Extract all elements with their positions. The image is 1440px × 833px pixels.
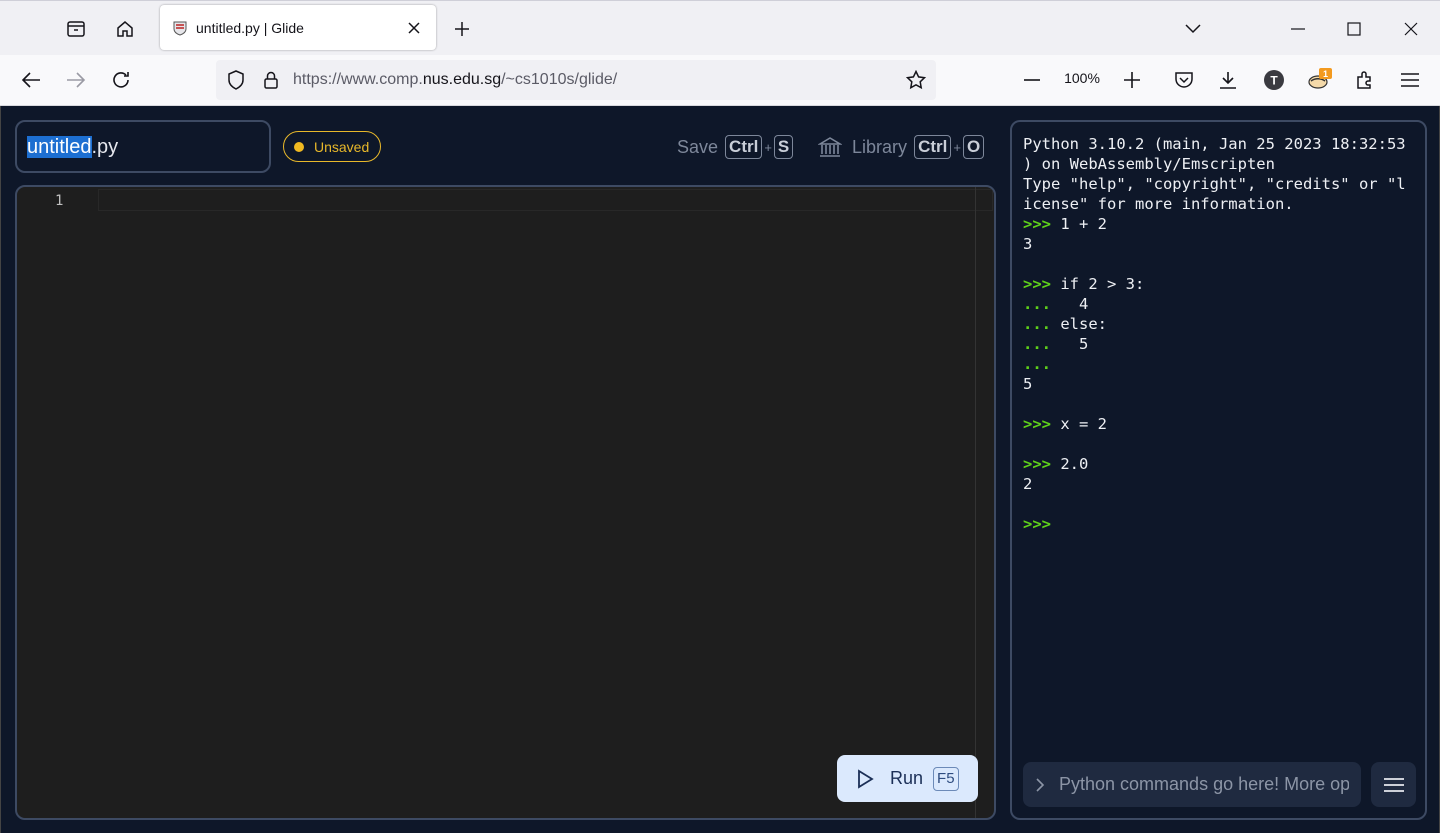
minimize-icon[interactable] <box>1284 15 1312 43</box>
zoom-out-icon[interactable] <box>1018 66 1046 94</box>
run-key-f5: F5 <box>933 766 959 791</box>
reload-icon[interactable] <box>107 66 135 94</box>
save-key-s: S <box>773 135 794 159</box>
svg-text:T: T <box>1270 74 1278 88</box>
maximize-icon[interactable] <box>1340 15 1368 43</box>
chevron-right-icon <box>1036 777 1045 792</box>
browser-tab-strip: untitled.py | Glide <box>0 0 1440 55</box>
save-button[interactable]: Save Ctrl + S <box>677 134 795 160</box>
forward-arrow-icon[interactable] <box>62 66 90 94</box>
svg-text:1: 1 <box>1323 69 1328 79</box>
play-icon <box>858 768 874 789</box>
library-key-ctrl: Ctrl <box>914 135 952 159</box>
tab-title: untitled.py | Glide <box>196 19 304 36</box>
console-output: Python 3.10.2 (main, Jan 25 2023 18:32:5… <box>1023 135 1406 533</box>
console-command-bar[interactable] <box>1023 762 1361 807</box>
glide-app: untitled.py Unsaved Save Ctrl + S Library … <box>0 106 1440 833</box>
pocket-icon[interactable] <box>1170 66 1198 94</box>
zoom-level[interactable]: 100% <box>1062 70 1102 86</box>
run-button[interactable]: Run F5 <box>837 755 978 802</box>
firefox-view-icon[interactable] <box>62 15 90 43</box>
close-tab-icon[interactable] <box>404 18 424 38</box>
new-tab-icon[interactable] <box>448 15 476 43</box>
url-bar[interactable]: https://www.comp.nus.edu.sg/~cs1010s/gli… <box>216 60 936 100</box>
extension-ublock-icon[interactable]: 1 <box>1306 66 1334 94</box>
zoom-in-icon[interactable] <box>1118 66 1146 94</box>
library-key-o: O <box>962 135 985 159</box>
bookmark-star-icon[interactable] <box>902 66 930 94</box>
back-arrow-icon[interactable] <box>17 66 45 94</box>
list-all-tabs-chevron-down-icon[interactable] <box>1179 15 1207 43</box>
filename-input[interactable]: untitled.py <box>15 120 271 173</box>
line-number: 1 <box>55 193 64 209</box>
console-command-input[interactable] <box>1059 774 1349 795</box>
library-building-icon <box>818 137 842 157</box>
status-dot <box>294 141 304 152</box>
python-console: Python 3.10.2 (main, Jan 25 2023 18:32:5… <box>1010 120 1427 820</box>
code-editor[interactable]: 1 Run F5 <box>15 185 996 820</box>
home-icon[interactable] <box>111 15 139 43</box>
hamburger-menu-icon <box>1383 777 1404 792</box>
downloads-icon[interactable] <box>1214 66 1242 94</box>
console-menu-button[interactable] <box>1371 762 1416 807</box>
editor-scrollbar[interactable] <box>975 187 976 818</box>
current-line-highlight[interactable] <box>98 189 993 211</box>
browser-nav-bar: https://www.comp.nus.edu.sg/~cs1010s/gli… <box>0 55 1440 106</box>
unsaved-status-badge: Unsaved <box>283 131 381 162</box>
nus-crest-icon <box>173 21 187 36</box>
app-menu-hamburger-icon[interactable] <box>1396 66 1424 94</box>
shield-icon[interactable] <box>222 66 250 94</box>
close-window-icon[interactable] <box>1397 15 1425 43</box>
extensions-puzzle-icon[interactable] <box>1351 66 1379 94</box>
library-button[interactable]: Library Ctrl + O <box>818 134 986 160</box>
save-key-ctrl: Ctrl <box>725 135 763 159</box>
account-avatar-icon[interactable]: T <box>1260 66 1288 94</box>
browser-tab-active[interactable]: untitled.py | Glide <box>160 5 436 50</box>
lock-icon[interactable] <box>257 66 285 94</box>
url-text[interactable]: https://www.comp.nus.edu.sg/~cs1010s/gli… <box>293 71 617 89</box>
